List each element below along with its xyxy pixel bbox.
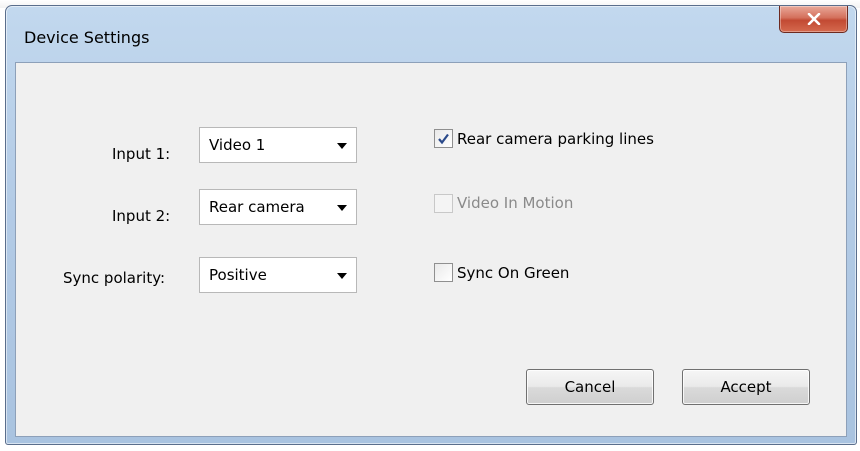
close-icon xyxy=(807,13,820,25)
checkmark-icon xyxy=(438,133,449,145)
video-in-motion-label: Video In Motion xyxy=(457,194,574,212)
input1-value: Video 1 xyxy=(209,136,266,154)
cancel-button[interactable]: Cancel xyxy=(526,369,654,405)
input1-dropdown[interactable]: Video 1 xyxy=(199,127,357,163)
rear-camera-parking-lines-checkbox[interactable] xyxy=(434,129,453,148)
window-title: Device Settings xyxy=(24,28,150,47)
sync-on-green-checkbox[interactable] xyxy=(434,263,453,282)
chevron-down-icon xyxy=(337,273,347,279)
chevron-down-icon xyxy=(337,143,347,149)
accept-button[interactable]: Accept xyxy=(682,369,810,405)
dialog-body: Input 1: Video 1 Input 2: Rear camera Sy… xyxy=(15,62,847,437)
close-button[interactable] xyxy=(779,6,848,33)
sync-on-green-label: Sync On Green xyxy=(457,264,570,282)
input1-label: Input 1: xyxy=(112,145,171,163)
chevron-down-icon xyxy=(337,205,347,211)
device-settings-dialog: Device Settings Input 1: Video 1 Input 2… xyxy=(5,5,857,445)
rear-camera-parking-lines-label: Rear camera parking lines xyxy=(457,130,654,148)
video-in-motion-checkbox[interactable] xyxy=(434,194,453,213)
sync-polarity-dropdown[interactable]: Positive xyxy=(199,257,357,293)
input2-value: Rear camera xyxy=(209,198,305,216)
sync-polarity-value: Positive xyxy=(209,266,267,284)
input2-label: Input 2: xyxy=(112,207,171,225)
sync-polarity-label: Sync polarity: xyxy=(63,269,166,287)
input2-dropdown[interactable]: Rear camera xyxy=(199,189,357,225)
